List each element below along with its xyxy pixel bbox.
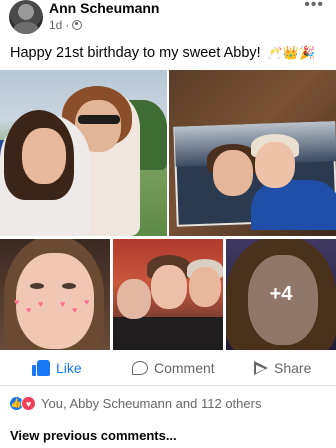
more-photos-overlay[interactable]: +4 bbox=[226, 239, 336, 350]
post-time[interactable]: 1d bbox=[49, 18, 62, 32]
post-message: Happy 21st birthday to my sweet Abby! bbox=[10, 45, 261, 61]
action-bar: Like Comment Share bbox=[0, 354, 336, 386]
photo-5[interactable]: +4 bbox=[226, 239, 336, 350]
photo-grid: ♥ ♥ ♥ ♥ ♥ ♥ +4 bbox=[0, 70, 336, 350]
reactions-text: You, Abby Scheumann and 112 others bbox=[41, 396, 262, 411]
like-button[interactable]: Like bbox=[32, 360, 82, 376]
share-label: Share bbox=[274, 360, 312, 376]
comment-label: Comment bbox=[154, 360, 215, 376]
photo-2[interactable] bbox=[169, 70, 336, 236]
love-reaction-icon: ♥ bbox=[21, 396, 36, 411]
more-photos-count: +4 bbox=[269, 283, 293, 305]
photo-3[interactable]: ♥ ♥ ♥ ♥ ♥ ♥ bbox=[0, 239, 110, 350]
thumbs-up-icon bbox=[32, 360, 50, 376]
comment-bubble-icon bbox=[132, 361, 148, 375]
author-avatar[interactable] bbox=[9, 0, 43, 34]
like-label: Like bbox=[56, 360, 82, 376]
post-meta: 1d · bbox=[49, 18, 83, 32]
post-emojis: 🥂👑🎉 bbox=[266, 45, 316, 60]
globe-icon bbox=[72, 20, 83, 30]
reaction-icons: 👍 ♥ bbox=[9, 396, 36, 411]
share-button[interactable]: Share bbox=[254, 360, 311, 376]
post-text: Happy 21st birthday to my sweet Abby! 🥂👑… bbox=[10, 45, 315, 61]
more-options-button[interactable]: ••• bbox=[304, 0, 324, 14]
reactions-summary[interactable]: 👍 ♥ You, Abby Scheumann and 112 others bbox=[9, 396, 261, 411]
author-name[interactable]: Ann Scheumann bbox=[49, 0, 159, 16]
comment-button[interactable]: Comment bbox=[132, 360, 215, 376]
view-previous-comments-link[interactable]: View previous comments... bbox=[10, 428, 177, 443]
photo-4[interactable] bbox=[113, 239, 223, 350]
share-arrow-icon bbox=[254, 361, 268, 375]
meta-separator: · bbox=[65, 18, 70, 32]
photo-1[interactable] bbox=[0, 70, 167, 236]
post-header: Ann Scheumann 1d · ••• bbox=[0, 0, 336, 38]
